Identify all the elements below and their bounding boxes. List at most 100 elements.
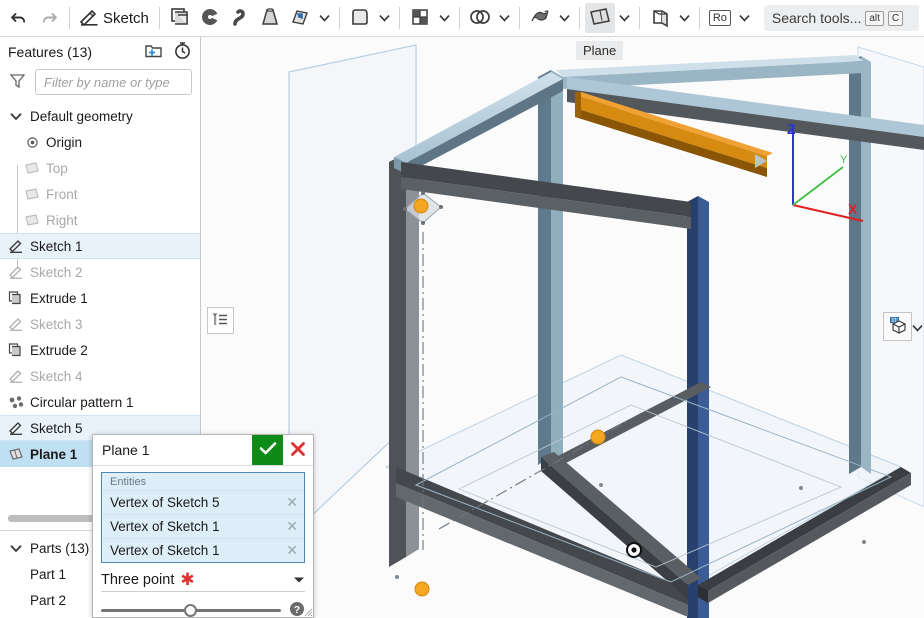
plane-type-value: Three point [101,571,175,588]
tree-item-label: Right [46,212,78,228]
toolbar-divider [69,7,70,29]
toolbar-divider [518,7,520,29]
rotate-button-label: Ro [708,9,731,27]
sketch-button-label: Sketch [103,9,149,27]
parts-title: Parts (13) [30,540,90,556]
appearance-dropdown-caret[interactable] [912,320,923,335]
axis-label-y: Y [840,154,848,166]
parts-item-label: Part 2 [30,592,67,608]
shell-button[interactable] [345,3,375,33]
dialog-accept-button[interactable] [252,435,283,465]
rollback-timer-icon[interactable] [173,41,192,63]
plane-type-dropdown[interactable]: Three point ✱ [101,571,305,592]
caret-down-icon[interactable] [293,572,305,587]
instances-list-button[interactable] [207,307,234,334]
features-filter-placeholder: Filter by name or type [44,74,170,90]
rotate-dropdown-caret[interactable] [735,3,754,33]
boolean-button[interactable] [465,3,495,33]
tree-item-label: Sketch 3 [30,316,83,332]
transform-icon [649,6,671,31]
tree-item-extrude-1[interactable]: Extrude 1 [0,285,200,311]
tree-item-front-plane[interactable]: Front [0,181,200,207]
tree-item-sketch-3[interactable]: Sketch 3 [0,311,200,337]
remove-x-icon[interactable]: ✕ [286,494,298,511]
search-shortcut-alt: alt [865,10,884,26]
chevron-down-icon[interactable] [6,112,26,121]
appearance-cube-icon [888,315,908,338]
tree-item-label: Sketch 1 [30,238,83,254]
shell-icon [349,6,371,31]
pattern-button[interactable] [405,3,435,33]
entity-row[interactable]: Vertex of Sketch 1 ✕ [102,538,304,562]
tree-item-label: Extrude 2 [30,342,88,358]
svg-text:?: ? [294,604,300,616]
tree-item-origin[interactable]: Origin [0,129,200,155]
features-title: Features (13) [8,44,93,60]
transform-button[interactable] [645,3,675,33]
axis-label-x: X [848,201,858,217]
undo-button[interactable] [4,3,34,33]
remove-x-icon[interactable]: ✕ [286,542,298,559]
tree-item-label: Default geometry [30,108,133,124]
toolbar-divider [698,7,700,29]
revolve-button[interactable] [195,3,225,33]
boolean-dropdown-caret[interactable] [495,3,514,33]
slider-thumb[interactable] [183,604,197,617]
pattern-dropdown-caret[interactable] [435,3,454,33]
features-header: Features (13) [0,37,200,67]
features-filter-input[interactable]: Filter by name or type [35,69,192,95]
boolean-icon [468,6,492,31]
remove-x-icon[interactable]: ✕ [286,518,298,535]
revolve-icon [199,6,221,31]
fillet-button[interactable] [285,3,315,33]
sketch-button[interactable]: Sketch [75,3,154,33]
extrude-button[interactable] [165,3,195,33]
tree-item-extrude-2[interactable]: Extrude 2 [0,337,200,363]
plane-button[interactable] [584,3,615,33]
plane-dropdown-caret[interactable] [615,3,634,33]
tree-item-top-plane[interactable]: Top [0,155,200,181]
tree-item-sketch-1[interactable]: Sketch 1 [0,233,200,259]
tree-item-sketch-4[interactable]: Sketch 4 [0,363,200,389]
toolbar-divider [338,7,340,29]
tree-item-label: Top [46,160,68,176]
redo-button[interactable] [34,3,64,33]
sketch-pencil-icon [6,264,26,280]
appearance-button[interactable] [883,312,912,341]
search-placeholder: Search tools... [771,10,862,26]
entity-row[interactable]: Vertex of Sketch 5 ✕ [102,490,304,514]
extrude-icon [6,342,26,358]
tree-item-default-geometry[interactable]: Default geometry [0,103,200,129]
rotate-button[interactable]: Ro [705,3,735,33]
tree-item-label: Sketch 4 [30,368,83,384]
onshape-app-window: Sketch Ro Search tools... alt C Z X Y Pl… [0,0,924,618]
fillet-dropdown-caret[interactable] [315,3,334,33]
transform-dropdown-caret[interactable] [675,3,694,33]
loft-button[interactable] [255,3,285,33]
draft-button[interactable] [525,3,555,33]
entity-label: Vertex of Sketch 1 [110,543,220,558]
pattern-icon [409,6,431,31]
dialog-resize-handle[interactable] [303,607,313,617]
funnel-filter-icon[interactable] [8,71,27,93]
sweep-icon [229,6,251,31]
sweep-button[interactable] [225,3,255,33]
search-tools-input[interactable]: Search tools... alt C [763,5,919,31]
tree-item-label: Plane 1 [30,446,78,462]
entity-row[interactable]: Vertex of Sketch 1 ✕ [102,514,304,538]
dialog-cancel-button[interactable] [283,435,313,465]
toolbar-divider [398,7,400,29]
new-folder-icon[interactable] [144,42,163,62]
tree-item-circular-pattern-1[interactable]: Circular pattern 1 [0,389,200,415]
dialog-title: Plane 1 [102,442,150,458]
shell-dropdown-caret[interactable] [375,3,394,33]
tree-item-right-plane[interactable]: Right [0,207,200,233]
draft-dropdown-caret[interactable] [555,3,574,33]
origin-icon [22,136,42,149]
tree-item-sketch-2[interactable]: Sketch 2 [0,259,200,285]
entities-field[interactable]: Entities Vertex of Sketch 5 ✕ Vertex of … [101,472,305,563]
toolbar-divider [458,7,460,29]
sketch-pencil-icon [6,238,26,254]
chevron-down-icon[interactable] [6,544,26,553]
plane-size-slider[interactable] [101,604,281,617]
